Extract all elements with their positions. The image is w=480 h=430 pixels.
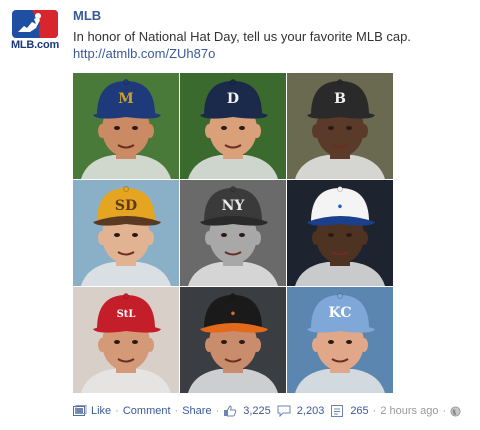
cap-portrait: B xyxy=(287,73,393,179)
cap-portrait: StL xyxy=(73,287,179,393)
cap-portrait: D xyxy=(180,73,286,179)
separator: · xyxy=(215,405,220,417)
photo-tile[interactable]: StL xyxy=(73,287,179,393)
cap-logo: M xyxy=(118,91,134,107)
photo-tile[interactable]: B xyxy=(287,73,393,179)
cap-logo: • xyxy=(230,309,236,320)
comments-count[interactable]: 2,203 xyxy=(297,405,325,417)
photo-tile[interactable]: NY xyxy=(180,180,286,286)
share-sheet-icon xyxy=(331,405,344,417)
post-link[interactable]: http://atmlb.com/ZUh87o xyxy=(73,45,473,62)
photo-tile[interactable]: KC xyxy=(287,287,393,393)
photo-grid[interactable]: M D B SD NY • StL • KC xyxy=(73,73,393,393)
cap-portrait: • xyxy=(180,287,286,393)
cap-portrait: NY xyxy=(180,180,286,286)
cap-logo: NY xyxy=(222,198,246,214)
shares-count[interactable]: 265 xyxy=(350,405,368,417)
post-timestamp[interactable]: 2 hours ago xyxy=(380,405,438,417)
photo-tile[interactable]: SD xyxy=(73,180,179,286)
separator: · xyxy=(442,405,447,417)
globe-icon[interactable] xyxy=(450,405,461,417)
cap-portrait: SD xyxy=(73,180,179,286)
mlb-logo xyxy=(12,10,58,38)
separator: · xyxy=(372,405,377,417)
cap-logo: • xyxy=(337,202,343,213)
separator: · xyxy=(115,405,119,417)
cap-portrait: KC xyxy=(287,287,393,393)
post-author[interactable]: MLB xyxy=(73,8,473,24)
post-body: MLB In honor of National Hat Day, tell u… xyxy=(73,8,473,62)
cap-logo: SD xyxy=(115,198,137,214)
cap-logo: KC xyxy=(329,305,352,321)
photo-tile[interactable]: • xyxy=(287,180,393,286)
cap-logo: StL xyxy=(117,309,136,320)
separator: · xyxy=(174,405,179,417)
cap-logo: D xyxy=(227,91,239,107)
post-actions-bar: Like · Comment · Share · 3,225 2,203 265… xyxy=(73,403,478,419)
photo-tile[interactable]: D xyxy=(180,73,286,179)
photo-album-icon xyxy=(73,405,87,416)
post-message: In honor of National Hat Day, tell us yo… xyxy=(73,29,411,44)
like-link[interactable]: Like xyxy=(91,405,111,417)
page-avatar[interactable]: MLB.com xyxy=(10,10,60,54)
comment-link[interactable]: Comment xyxy=(123,405,171,417)
cap-logo: B xyxy=(334,91,346,107)
photo-tile[interactable]: • xyxy=(180,287,286,393)
likes-count[interactable]: 3,225 xyxy=(243,405,271,417)
mlb-logo-icon xyxy=(12,10,58,38)
photo-tile[interactable]: M xyxy=(73,73,179,179)
cap-portrait: M xyxy=(73,73,179,179)
thumbs-up-icon xyxy=(224,405,237,417)
avatar-caption: MLB.com xyxy=(10,39,60,51)
share-link[interactable]: Share xyxy=(182,405,211,417)
speech-bubble-icon xyxy=(277,405,291,417)
cap-portrait: • xyxy=(287,180,393,286)
